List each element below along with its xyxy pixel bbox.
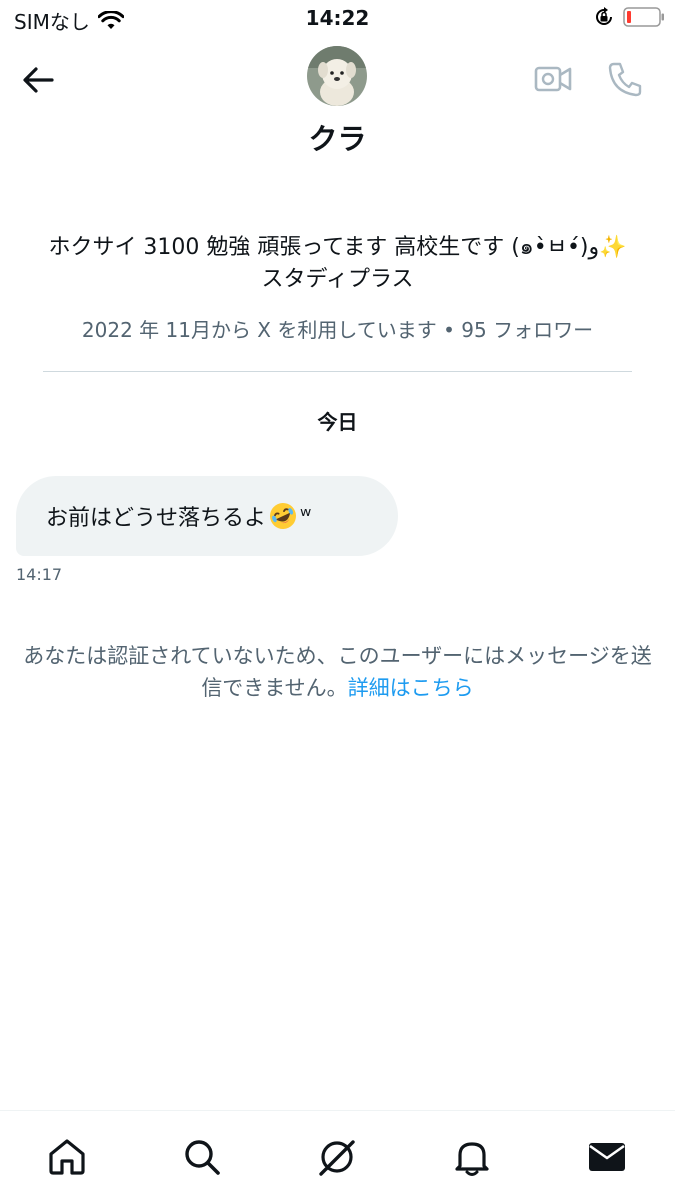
bottom-nav bbox=[0, 1110, 675, 1200]
nav-home[interactable] bbox=[43, 1133, 91, 1181]
nav-notifications[interactable] bbox=[448, 1133, 496, 1181]
search-icon bbox=[185, 1140, 220, 1175]
back-arrow-icon bbox=[23, 67, 54, 93]
learn-more-link[interactable]: 詳細はこちら bbox=[348, 676, 474, 700]
voice-call-button[interactable] bbox=[602, 56, 648, 102]
status-time: 14:22 bbox=[305, 6, 370, 30]
rotation-lock-icon bbox=[596, 7, 612, 25]
bell-icon bbox=[455, 1142, 489, 1176]
message-text-suffix: ʷ bbox=[300, 503, 312, 529]
avatar-image bbox=[307, 46, 367, 106]
status-bar: SIMなし 14:22 bbox=[0, 0, 675, 38]
phone-icon bbox=[608, 62, 642, 97]
notice-text: あなたは認証されていないため、このユーザーにはメッセージを送信できません。 bbox=[23, 644, 652, 700]
profile-bio: ホクサイ 3100 勉強 頑張ってます 高校生です (๑•̀ㅂ•́)و✨ スタデ… bbox=[48, 235, 649, 292]
nav-messages[interactable] bbox=[583, 1133, 631, 1181]
mail-icon bbox=[589, 1143, 625, 1171]
rolling-laughing-emoji-icon bbox=[270, 503, 297, 529]
verification-notice: あなたは認証されていないため、このユーザーにはメッセージを送信できません。詳細は… bbox=[14, 640, 661, 704]
back-button[interactable] bbox=[16, 58, 60, 102]
avatar[interactable] bbox=[307, 46, 367, 106]
divider bbox=[43, 371, 632, 372]
conversation-header: クラ bbox=[0, 38, 675, 158]
video-call-button[interactable] bbox=[530, 56, 576, 102]
message-bubble[interactable]: お前はどうせ落ちるよ ʷ bbox=[16, 476, 398, 556]
nav-grok[interactable] bbox=[313, 1133, 361, 1181]
message-timestamp: 14:17 bbox=[16, 565, 63, 584]
date-separator: 今日 bbox=[317, 410, 358, 434]
status-bar-right bbox=[593, 6, 665, 28]
grok-icon bbox=[317, 1140, 355, 1177]
profile-meta: 2022 年 11月から X を利用しています • 95 フォロワー bbox=[81, 318, 594, 342]
header-name: クラ bbox=[308, 122, 367, 156]
message-text: お前はどうせ落ちるよ bbox=[46, 506, 267, 531]
home-icon bbox=[49, 1139, 85, 1175]
battery-icon bbox=[623, 7, 664, 27]
nav-search[interactable] bbox=[178, 1133, 226, 1181]
video-camera-icon bbox=[534, 66, 572, 92]
